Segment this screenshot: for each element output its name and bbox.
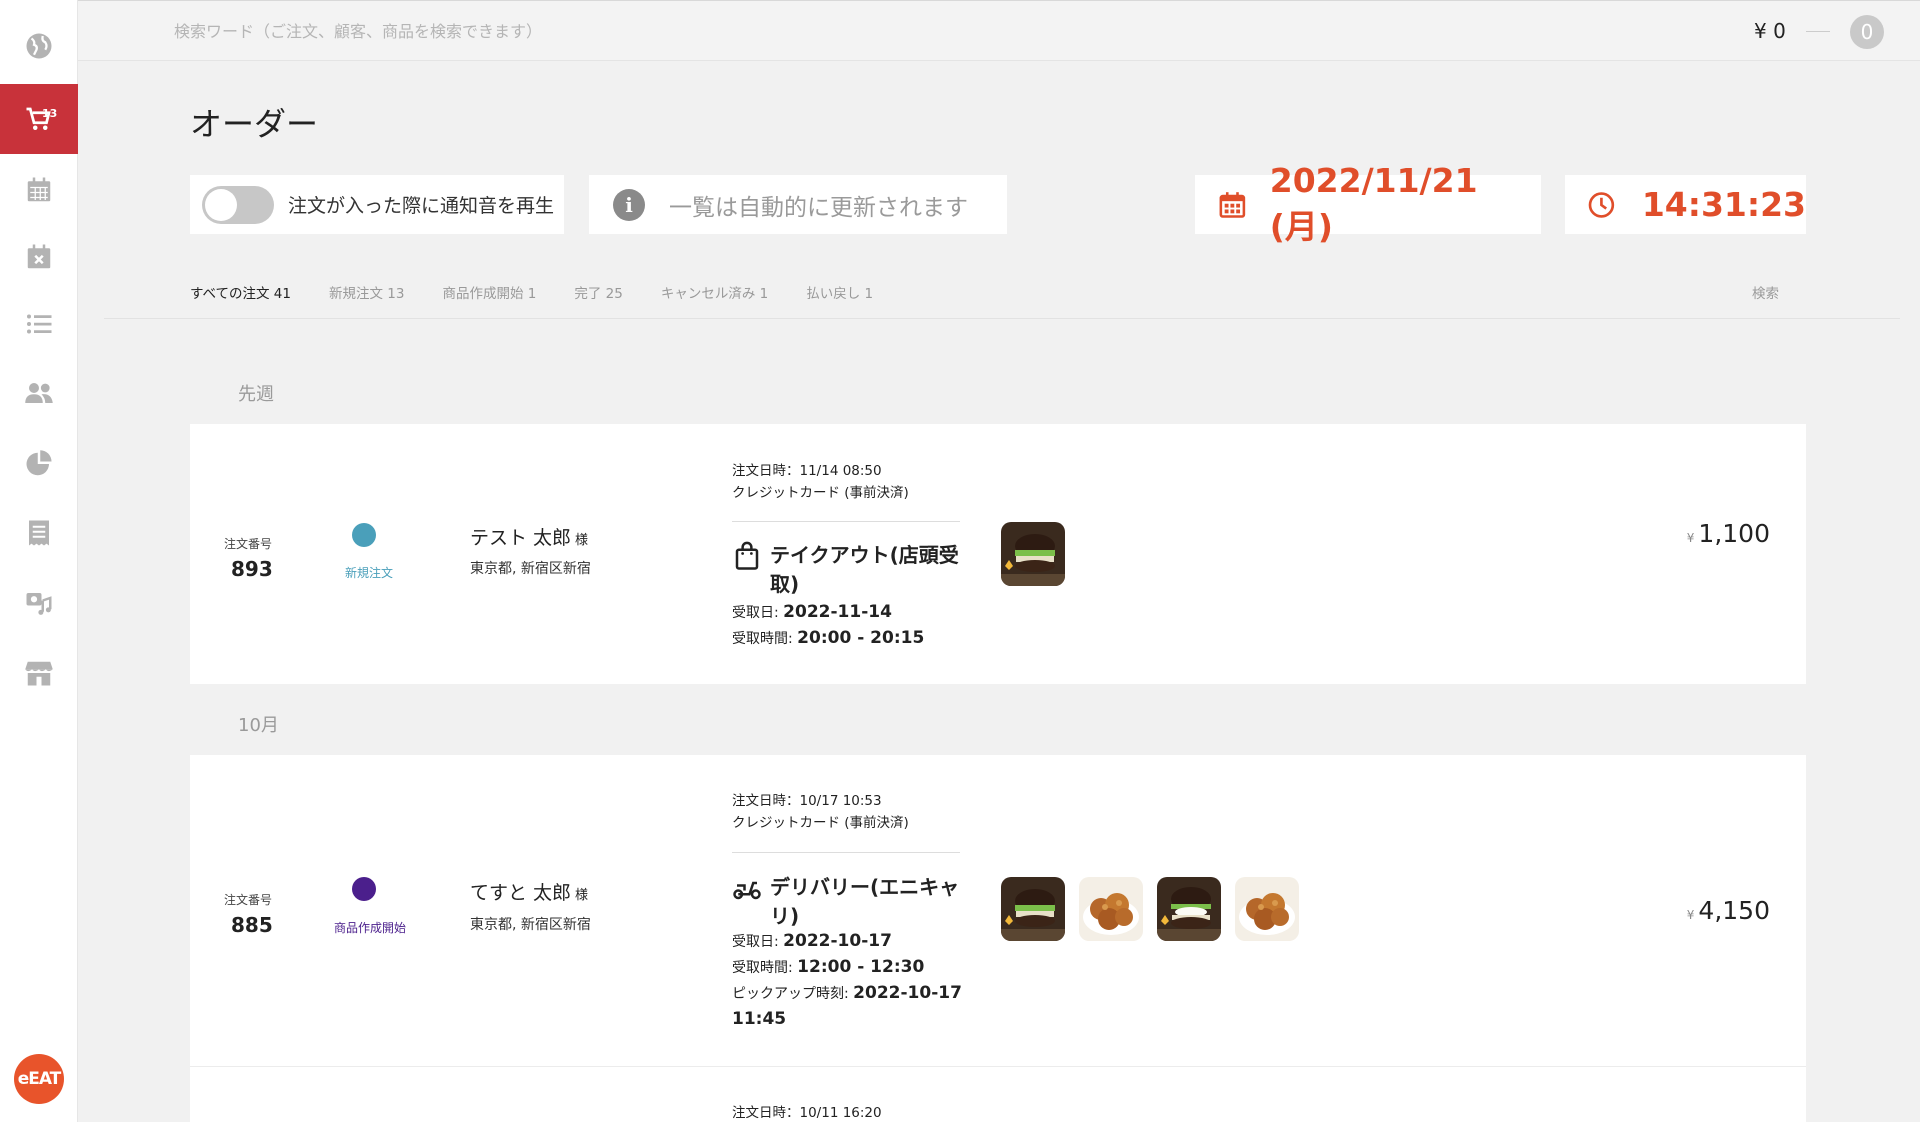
status-dot (352, 523, 376, 547)
order-card-885[interactable]: 注文番号 885 商品作成開始 てすと 太郎様 東京都, 新宿区新宿 注文日時：… (190, 755, 1806, 1122)
divider (190, 1066, 1806, 1067)
auto-update-notice: i 一覧は自動的に更新されます (589, 175, 1007, 234)
store-icon (25, 661, 53, 686)
order-number: 893 (231, 557, 273, 581)
sidebar: 13 eEAT (0, 0, 78, 1122)
order-number: 885 (231, 913, 273, 937)
scooter-icon (733, 881, 761, 900)
divider (732, 852, 960, 853)
section-label-october: 10月 (238, 715, 279, 736)
sidebar-item-devices[interactable] (0, 568, 78, 638)
order-meta: 注文日時：11/14 08:50 クレジットカード (事前決済) (732, 460, 909, 504)
status-label: 新規注文 (345, 566, 394, 580)
current-date: 2022/11/21 (月) (1269, 161, 1478, 246)
payment-method: クレジットカード (事前決済) (732, 815, 909, 831)
section-label-last-week: 先週 (238, 384, 274, 405)
product-thumbnail-burger[interactable] (1001, 522, 1065, 586)
calendar-icon (1219, 191, 1246, 218)
tab-new-orders[interactable]: 新規注文 13 (329, 282, 404, 302)
balance-display: ¥ 0 (1754, 19, 1786, 43)
order-type: テイクアウト(店頭受取) (732, 541, 972, 599)
order-total: ¥1,100 (1686, 519, 1770, 548)
top-bar: ¥ 0 0 (78, 0, 1920, 61)
tabs-divider (104, 318, 1900, 319)
status-label: 商品作成開始 (334, 921, 407, 935)
tab-all-orders[interactable]: すべての注文 41 (190, 282, 291, 302)
product-thumbnail-karaage[interactable] (1235, 877, 1299, 941)
delivery-details: 受取日: 2022-10-17 受取時間: 12:00 - 12:30 ピックア… (732, 931, 962, 1029)
notify-sound-label: 注文が入った際に通知音を再生 (288, 195, 555, 217)
ordered-at: 注文日時：10/17 10:53 (732, 793, 882, 809)
sidebar-item-receipts[interactable] (0, 498, 78, 568)
clock-icon (1588, 191, 1615, 218)
sidebar-item-orders[interactable]: 13 (0, 84, 78, 154)
calendar-cancel-icon (27, 244, 51, 269)
customer-name: てすと 太郎様 (470, 882, 589, 904)
tab-search[interactable]: 検索 (1752, 282, 1779, 302)
ordered-at: 注文日時：10/11 16:20 (732, 1105, 882, 1121)
order-card-893[interactable]: 注文番号 893 新規注文 テスト 太郎様 東京都, 新宿区新宿 注文日時：11… (190, 424, 1806, 684)
date-display: 2022/11/21 (月) (1195, 161, 1541, 246)
users-icon (25, 383, 53, 403)
sidebar-item-store[interactable] (0, 638, 78, 708)
status-dot (352, 877, 376, 901)
order-total: ¥4,150 (1686, 896, 1770, 925)
sidebar-item-reports[interactable] (0, 429, 78, 499)
order-number-label: 注文番号 (224, 893, 273, 907)
tab-in-preparation[interactable]: 商品作成開始 1 (442, 282, 536, 302)
ordered-at: 注文日時：11/14 08:50 (732, 463, 882, 479)
divider (732, 521, 960, 522)
list-icon (27, 314, 52, 334)
sidebar-item-customers[interactable] (0, 358, 78, 428)
shopping-bag-icon (735, 541, 759, 570)
customer-name: テスト 太郎様 (470, 527, 589, 549)
tab-cancelled[interactable]: キャンセル済み 1 (661, 282, 768, 302)
printer-music-icon (26, 593, 52, 615)
order-count-badge: 13 (42, 107, 58, 120)
current-time: 14:31:23 (1641, 185, 1806, 224)
info-icon: i (613, 188, 645, 221)
calendar-icon (27, 177, 51, 202)
customer-address: 東京都, 新宿区新宿 (470, 561, 591, 577)
product-thumbnail-karaage[interactable] (1079, 877, 1143, 941)
order-meta: 注文日時：10/11 16:20 (732, 1102, 882, 1122)
notification-count[interactable]: 0 (1850, 15, 1884, 49)
sidebar-item-calendar[interactable] (0, 155, 78, 225)
product-thumbnail-burger[interactable] (1157, 877, 1221, 941)
order-number-label: 注文番号 (224, 537, 273, 551)
sidebar-item-globe[interactable] (0, 11, 78, 81)
payment-method: クレジットカード (事前決済) (732, 485, 909, 501)
tab-refunded[interactable]: 払い戻し 1 (806, 282, 873, 302)
product-thumbnail-burger[interactable] (1001, 877, 1065, 941)
notify-sound-toggle[interactable] (202, 185, 274, 224)
receipt-icon (29, 520, 49, 546)
tab-completed[interactable]: 完了 25 (574, 282, 622, 302)
pickup-details: 受取日: 2022-11-14 受取時間: 20:00 - 20:15 (732, 602, 925, 648)
divider (1806, 31, 1830, 32)
page-title: オーダー (190, 105, 319, 143)
order-type: デリバリー(エニキャリ) (732, 873, 972, 931)
sidebar-item-list[interactable] (0, 289, 78, 359)
globe-icon (26, 33, 52, 59)
order-meta: 注文日時：10/17 10:53 クレジットカード (事前決済) (732, 790, 909, 834)
time-display: 14:31:23 (1565, 175, 1806, 234)
sidebar-item-calendar-cancel[interactable] (0, 222, 78, 292)
customer-address: 東京都, 新宿区新宿 (470, 917, 591, 933)
notify-sound-control: 注文が入った際に通知音を再生 (190, 175, 564, 234)
eeat-logo[interactable]: eEAT (14, 1054, 64, 1104)
auto-update-text: 一覧は自動的に更新されます (669, 194, 968, 221)
search-input[interactable] (174, 17, 874, 45)
pie-chart-icon (26, 450, 52, 476)
order-filter-tabs: すべての注文 41 新規注文 13 商品作成開始 1 完了 25 キャンセル済み… (190, 282, 911, 302)
